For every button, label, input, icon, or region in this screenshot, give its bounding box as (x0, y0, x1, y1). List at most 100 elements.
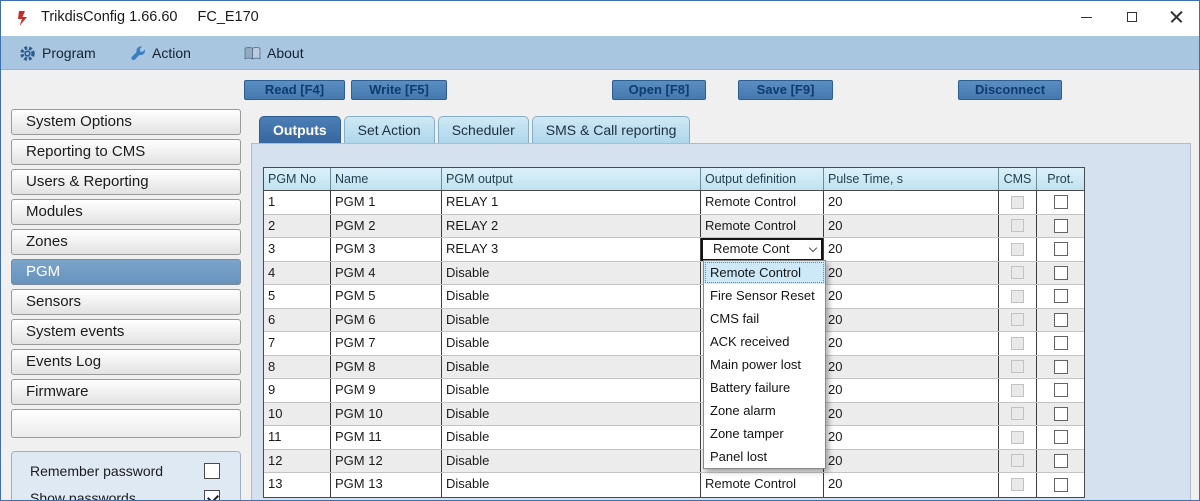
cell-name[interactable]: PGM 13 (331, 473, 442, 497)
sidebar-item[interactable]: Sensors (11, 289, 241, 315)
cell-output-definition[interactable]: Remote Control Remote Control (701, 473, 824, 497)
sidebar-item[interactable]: System Options (11, 109, 241, 135)
toolbar-button[interactable]: Write [F5] (351, 80, 447, 100)
cell-name[interactable]: PGM 6 (331, 309, 442, 332)
cell-pgm-output[interactable]: Disable (442, 309, 701, 332)
dropdown-option[interactable]: Main power lost (704, 353, 825, 376)
cell-pulse-time[interactable]: 20 (824, 426, 999, 449)
cell-name[interactable]: PGM 4 (331, 262, 442, 285)
menu-item-program[interactable]: Program (19, 36, 96, 70)
cell-name[interactable]: PGM 9 (331, 379, 442, 402)
cell-pulse-time[interactable]: 20 (824, 403, 999, 426)
sidebar-item[interactable]: System events (11, 319, 241, 345)
cell-pgm-output[interactable]: RELAY 3 (442, 238, 701, 261)
cell-pulse-time[interactable]: 20 (824, 473, 999, 497)
cell-name[interactable]: PGM 11 (331, 426, 442, 449)
tab[interactable]: SMS & Call reporting (532, 116, 691, 143)
prot-checkbox[interactable] (1054, 360, 1068, 374)
tab[interactable]: Set Action (344, 116, 435, 143)
sidebar-item[interactable]: Firmware (11, 379, 241, 405)
prot-checkbox[interactable] (1054, 195, 1068, 209)
prot-checkbox[interactable] (1054, 336, 1068, 350)
dropdown-option[interactable]: Remote Control (704, 261, 825, 284)
cell-name[interactable]: PGM 7 (331, 332, 442, 355)
menu-item-action[interactable]: Action (129, 36, 191, 70)
sidebar-item[interactable]: Users & Reporting (11, 169, 241, 195)
cell-pgm-output[interactable]: Disable (442, 379, 701, 402)
prot-checkbox[interactable] (1054, 242, 1068, 256)
cell-pgm-output[interactable]: Disable (442, 332, 701, 355)
toolbar-button[interactable]: Save [F9] (738, 80, 833, 100)
output-definition-combobox[interactable]: Remote Cont (701, 238, 823, 261)
dropdown-option[interactable]: Battery failure (704, 376, 825, 399)
sidebar-item[interactable]: Events Log (11, 349, 241, 375)
cell-pulse-time[interactable]: 20 (824, 238, 999, 261)
cell-pgm-output[interactable]: Disable (442, 262, 701, 285)
cell-pulse-time[interactable]: 20 (824, 262, 999, 285)
password-option-checkbox[interactable] (204, 490, 220, 501)
dropdown-option[interactable]: Fire Sensor Reset (704, 284, 825, 307)
cell-pgm-output[interactable]: Disable (442, 356, 701, 379)
cell-pgm-output[interactable]: Disable (442, 285, 701, 308)
cell-pulse-time[interactable]: 20 (824, 285, 999, 308)
sidebar-item[interactable]: Zones (11, 229, 241, 255)
prot-checkbox[interactable] (1054, 430, 1068, 444)
cell-cms (999, 309, 1037, 332)
toolbar-button[interactable]: Read [F4] (244, 80, 345, 100)
dropdown-option[interactable]: Zone tamper (704, 422, 825, 445)
prot-checkbox[interactable] (1054, 407, 1068, 421)
cell-pulse-time[interactable]: 20 (824, 309, 999, 332)
cell-pgm-output[interactable]: Disable (442, 403, 701, 426)
header-pgm-no: PGM No (264, 168, 331, 190)
cell-pgm-output[interactable]: Disable (442, 426, 701, 449)
cell-name[interactable]: PGM 8 (331, 356, 442, 379)
cell-pulse-time[interactable]: 20 (824, 379, 999, 402)
cell-name[interactable]: PGM 5 (331, 285, 442, 308)
maximize-button[interactable] (1109, 1, 1154, 33)
cell-name[interactable]: PGM 12 (331, 450, 442, 473)
minimize-icon (1081, 17, 1092, 18)
cell-name[interactable]: PGM 3 (331, 238, 442, 261)
tab[interactable]: Outputs (259, 116, 341, 143)
tab[interactable]: Scheduler (438, 116, 529, 143)
toolbar-button[interactable]: Open [F8] (612, 80, 706, 100)
close-button[interactable] (1154, 1, 1199, 33)
cell-pgm-output[interactable]: Disable (442, 450, 701, 473)
cell-cms (999, 215, 1037, 238)
menu-item-about[interactable]: About (244, 36, 304, 70)
prot-checkbox[interactable] (1054, 478, 1068, 492)
cell-pgm-output[interactable]: Disable (442, 473, 701, 497)
toolbar-button[interactable]: Disconnect (958, 80, 1062, 100)
cell-pulse-time[interactable]: 20 (824, 332, 999, 355)
cell-name[interactable]: PGM 1 (331, 191, 442, 214)
prot-checkbox[interactable] (1054, 313, 1068, 327)
cell-name[interactable]: PGM 2 (331, 215, 442, 238)
cell-pulse-time[interactable]: 20 (824, 215, 999, 238)
cell-output-definition[interactable]: Remote Control Remote Control (701, 191, 824, 214)
cell-name[interactable]: PGM 10 (331, 403, 442, 426)
prot-checkbox[interactable] (1054, 454, 1068, 468)
cell-cms (999, 332, 1037, 355)
dropdown-option[interactable]: ACK received (704, 330, 825, 353)
minimize-button[interactable] (1064, 1, 1109, 33)
cell-pgm-output[interactable]: RELAY 2 (442, 215, 701, 238)
dropdown-option[interactable]: Panel lost (704, 445, 825, 468)
cell-pgm-output[interactable]: RELAY 1 (442, 191, 701, 214)
sidebar-item[interactable]: Reporting to CMS (11, 139, 241, 165)
cell-output-definition[interactable]: Remote Control Remote Control (701, 215, 824, 238)
password-option-checkbox[interactable] (204, 463, 220, 479)
prot-checkbox[interactable] (1054, 383, 1068, 397)
header-output-definition: Output definition (701, 168, 824, 190)
cell-pulse-time[interactable]: 20 (824, 356, 999, 379)
dropdown-option[interactable]: CMS fail (704, 307, 825, 330)
header-prot: Prot. (1037, 168, 1084, 190)
cell-pulse-time[interactable]: 20 (824, 450, 999, 473)
prot-checkbox[interactable] (1054, 219, 1068, 233)
sidebar-item[interactable]: PGM (11, 259, 241, 285)
prot-checkbox[interactable] (1054, 289, 1068, 303)
prot-checkbox[interactable] (1054, 266, 1068, 280)
dropdown-option[interactable]: Zone alarm (704, 399, 825, 422)
cell-output-definition[interactable]: Remote Cont Remote Cont (701, 238, 824, 261)
sidebar-item[interactable]: Modules (11, 199, 241, 225)
cell-pulse-time[interactable]: 20 (824, 191, 999, 214)
